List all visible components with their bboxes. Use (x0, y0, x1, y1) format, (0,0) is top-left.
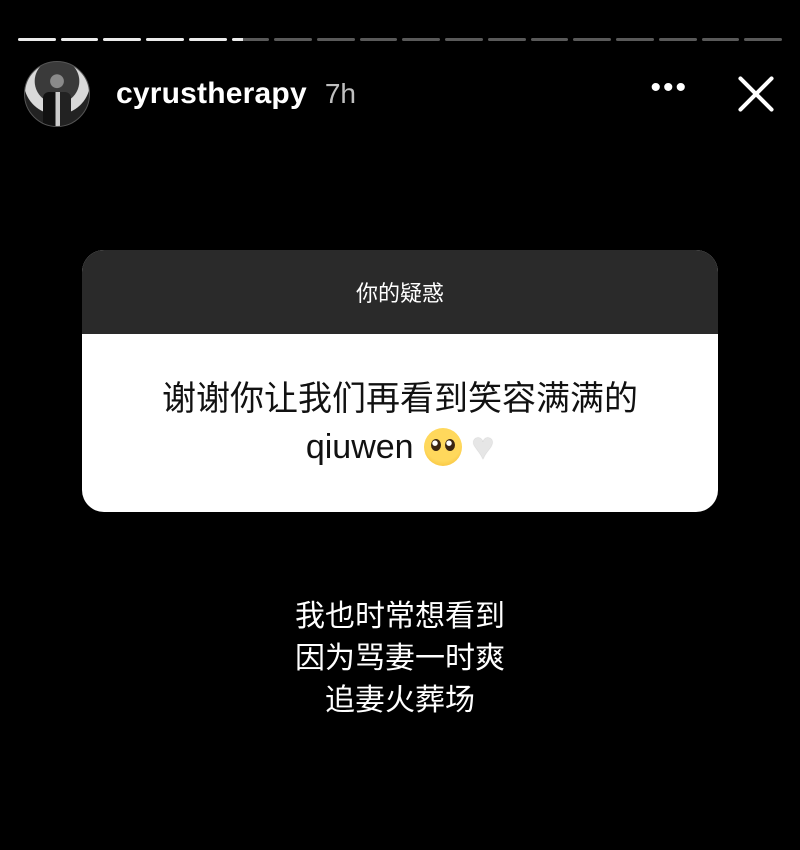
story-header: cyrustherapy 7h ••• (24, 61, 784, 127)
question-sticker-title: 你的疑惑 (82, 250, 718, 334)
caption-line2: 因为骂妻一时爽 (295, 642, 505, 675)
avatar[interactable] (24, 61, 90, 127)
progress-segment (402, 38, 441, 41)
close-icon[interactable] (734, 72, 778, 116)
white-heart-emoji-icon: ♥ (471, 426, 495, 468)
question-text-line2-row: qiuwen ♥ (306, 423, 494, 471)
question-sticker-body: 谢谢你让我们再看到笑容满满的 qiuwen ♥ (82, 334, 718, 512)
progress-segment (146, 38, 184, 41)
progress-segment (60, 38, 99, 41)
progress-segment (701, 38, 740, 41)
question-text-line1: 谢谢你让我们再看到笑容满满的 (162, 380, 638, 418)
story-progress-bar (18, 38, 782, 42)
progress-segment (231, 38, 270, 41)
progress-segment (18, 38, 56, 41)
question-sticker: 你的疑惑 谢谢你让我们再看到笑容满满的 qiuwen ♥ (82, 250, 718, 512)
progress-segment (616, 38, 654, 41)
progress-segment (487, 38, 526, 41)
progress-segment (573, 38, 612, 41)
caption-line1: 我也时常想看到 (295, 600, 505, 633)
more-options-icon[interactable]: ••• (650, 73, 688, 103)
progress-segment (274, 38, 313, 41)
progress-segment (658, 38, 697, 41)
story-caption: 我也时常想看到 因为骂妻一时爽 追妻火葬场 (0, 596, 800, 722)
pleading-face-emoji-icon (423, 428, 462, 466)
progress-segment (744, 38, 782, 41)
progress-segment (445, 38, 483, 41)
username[interactable]: cyrustherapy (116, 77, 307, 111)
post-time: 7h (324, 78, 356, 109)
progress-segment (530, 38, 569, 41)
caption-line3: 追妻火葬场 (325, 684, 475, 717)
progress-segment (188, 38, 227, 41)
progress-segment (103, 38, 142, 41)
progress-segment (317, 38, 355, 41)
question-text-line2: qiuwen (305, 428, 414, 466)
progress-segment (359, 38, 398, 41)
